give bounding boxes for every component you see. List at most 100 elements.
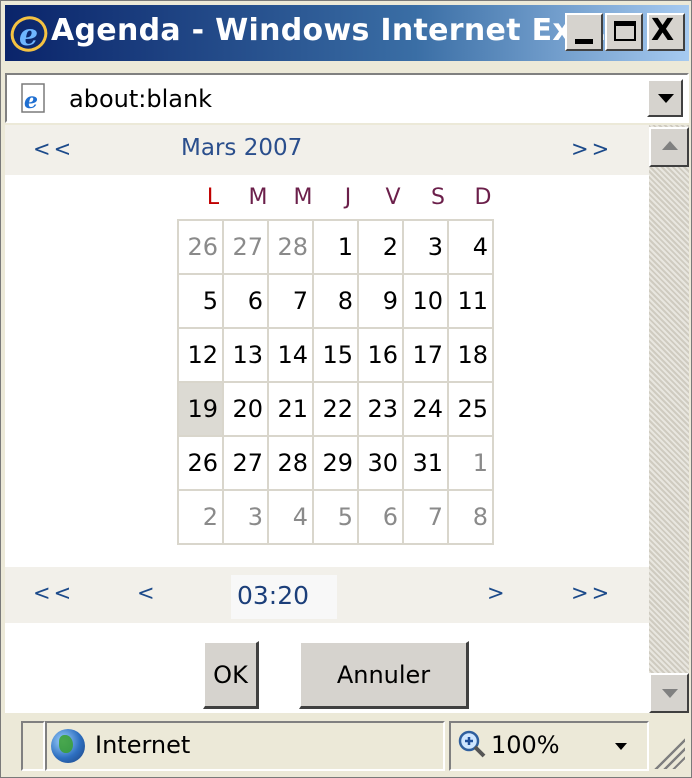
address-bar[interactable]: e about:blank <box>5 73 689 123</box>
day-cell-other-month[interactable]: 1 <box>447 435 494 491</box>
day-cell-other-month[interactable]: 6 <box>357 489 404 545</box>
day-cell[interactable]: 2 <box>357 219 404 275</box>
day-cell-other-month[interactable]: 2 <box>177 489 224 545</box>
week-row: 19 20 21 22 23 24 25 <box>177 381 494 437</box>
browser-window: e Agenda - Windows Internet Ex... X e ab… <box>0 0 692 778</box>
svg-text:e: e <box>24 88 38 114</box>
arrow-up-icon <box>662 141 678 150</box>
day-cell[interactable]: 13 <box>222 327 269 383</box>
day-cell[interactable]: 24 <box>402 381 449 437</box>
zone-label: Internet <box>95 731 191 759</box>
day-cell[interactable]: 1 <box>312 219 359 275</box>
day-cell[interactable]: 28 <box>267 435 314 491</box>
window-title: Agenda - Windows Internet Ex... <box>51 13 608 48</box>
day-cell[interactable]: 6 <box>222 273 269 329</box>
day-cell[interactable]: 20 <box>222 381 269 437</box>
week-row: 2 3 4 5 6 7 8 <box>177 489 494 545</box>
address-dropdown-button[interactable] <box>647 79 683 117</box>
globe-icon <box>51 729 85 763</box>
time-nav-bar: << < 03:20 > >> <box>5 567 649 623</box>
time-back-link[interactable]: < <box>137 581 158 605</box>
weekday-label: L <box>206 185 220 210</box>
time-fast-forward-link[interactable]: >> <box>571 581 612 605</box>
close-icon: X <box>651 13 675 48</box>
day-cell-other-month[interactable]: 3 <box>222 489 269 545</box>
status-bar: Internet 100% <box>5 717 689 775</box>
cancel-button[interactable]: Annuler <box>299 641 469 709</box>
weekday-label: J <box>344 185 352 210</box>
day-cell-other-month[interactable]: 8 <box>447 489 494 545</box>
ie-page-icon: e <box>21 83 45 114</box>
next-month-link[interactable]: >> <box>571 137 612 161</box>
day-cell[interactable]: 7 <box>267 273 314 329</box>
zoom-magnifier-icon <box>458 730 486 758</box>
day-cell[interactable]: 9 <box>357 273 404 329</box>
day-grid: 26 27 28 1 2 3 4 5 6 7 8 9 10 11 12 13 1… <box>177 219 494 545</box>
day-cell[interactable]: 14 <box>267 327 314 383</box>
day-cell-other-month[interactable]: 4 <box>267 489 314 545</box>
title-bar[interactable]: e Agenda - Windows Internet Ex... X <box>5 5 689 61</box>
scroll-up-button[interactable] <box>649 127 689 167</box>
ok-button[interactable]: OK <box>203 641 259 709</box>
day-cell[interactable]: 17 <box>402 327 449 383</box>
time-fast-back-link[interactable]: << <box>33 581 74 605</box>
week-row: 5 6 7 8 9 10 11 <box>177 273 494 329</box>
day-cell[interactable]: 23 <box>357 381 404 437</box>
maximize-button[interactable] <box>605 13 643 51</box>
svg-text:e: e <box>19 18 38 53</box>
prev-month-link[interactable]: << <box>33 137 74 161</box>
day-cell[interactable]: 21 <box>267 381 314 437</box>
day-cell-selected[interactable]: 19 <box>177 381 224 437</box>
day-cell[interactable]: 10 <box>402 273 449 329</box>
day-cell[interactable]: 12 <box>177 327 224 383</box>
chevron-down-icon[interactable] <box>615 743 627 750</box>
month-label: Mars 2007 <box>181 135 303 161</box>
zoom-pane[interactable]: 100% <box>449 721 649 771</box>
month-nav-bar: << Mars 2007 >> <box>5 125 649 175</box>
maximize-icon <box>614 21 636 41</box>
weekday-label: D <box>474 185 492 210</box>
calendar-popup: << Mars 2007 >> L M M J V S D 26 27 28 1… <box>5 125 649 713</box>
day-cell[interactable]: 18 <box>447 327 494 383</box>
day-cell[interactable]: 30 <box>357 435 404 491</box>
weekday-label: M <box>248 185 268 210</box>
scroll-down-button[interactable] <box>649 673 689 713</box>
day-cell[interactable]: 16 <box>357 327 404 383</box>
day-cell[interactable]: 8 <box>312 273 359 329</box>
week-row: 26 27 28 29 30 31 1 <box>177 435 494 491</box>
day-cell[interactable]: 27 <box>222 435 269 491</box>
day-cell[interactable]: 26 <box>177 435 224 491</box>
week-row: 26 27 28 1 2 3 4 <box>177 219 494 275</box>
time-forward-link[interactable]: > <box>487 581 508 605</box>
minimize-icon <box>575 39 593 44</box>
day-cell[interactable]: 4 <box>447 219 494 275</box>
zoom-level: 100% <box>491 731 560 759</box>
vertical-scrollbar[interactable] <box>649 125 689 713</box>
day-cell[interactable]: 5 <box>177 273 224 329</box>
internet-explorer-icon: e <box>10 16 48 53</box>
day-cell-other-month[interactable]: 7 <box>402 489 449 545</box>
weekday-label: V <box>385 185 401 210</box>
day-cell[interactable]: 15 <box>312 327 359 383</box>
resize-grip-icon[interactable] <box>651 735 685 769</box>
day-cell-other-month[interactable]: 28 <box>267 219 314 275</box>
arrow-down-icon <box>662 689 678 698</box>
time-field[interactable]: 03:20 <box>231 575 337 619</box>
weekday-label: M <box>293 185 313 210</box>
day-cell[interactable]: 31 <box>402 435 449 491</box>
day-cell[interactable]: 11 <box>447 273 494 329</box>
chevron-down-icon <box>658 94 674 103</box>
minimize-button[interactable] <box>565 13 603 51</box>
day-cell[interactable]: 29 <box>312 435 359 491</box>
day-cell[interactable]: 3 <box>402 219 449 275</box>
day-cell-other-month[interactable]: 5 <box>312 489 359 545</box>
week-row: 12 13 14 15 16 17 18 <box>177 327 494 383</box>
day-cell-other-month[interactable]: 26 <box>177 219 224 275</box>
day-cell[interactable]: 25 <box>447 381 494 437</box>
weekday-label: S <box>431 185 445 210</box>
address-url[interactable]: about:blank <box>69 85 212 113</box>
close-button[interactable]: X <box>647 13 685 51</box>
security-zone-pane[interactable]: Internet <box>45 721 445 771</box>
day-cell[interactable]: 22 <box>312 381 359 437</box>
day-cell-other-month[interactable]: 27 <box>222 219 269 275</box>
